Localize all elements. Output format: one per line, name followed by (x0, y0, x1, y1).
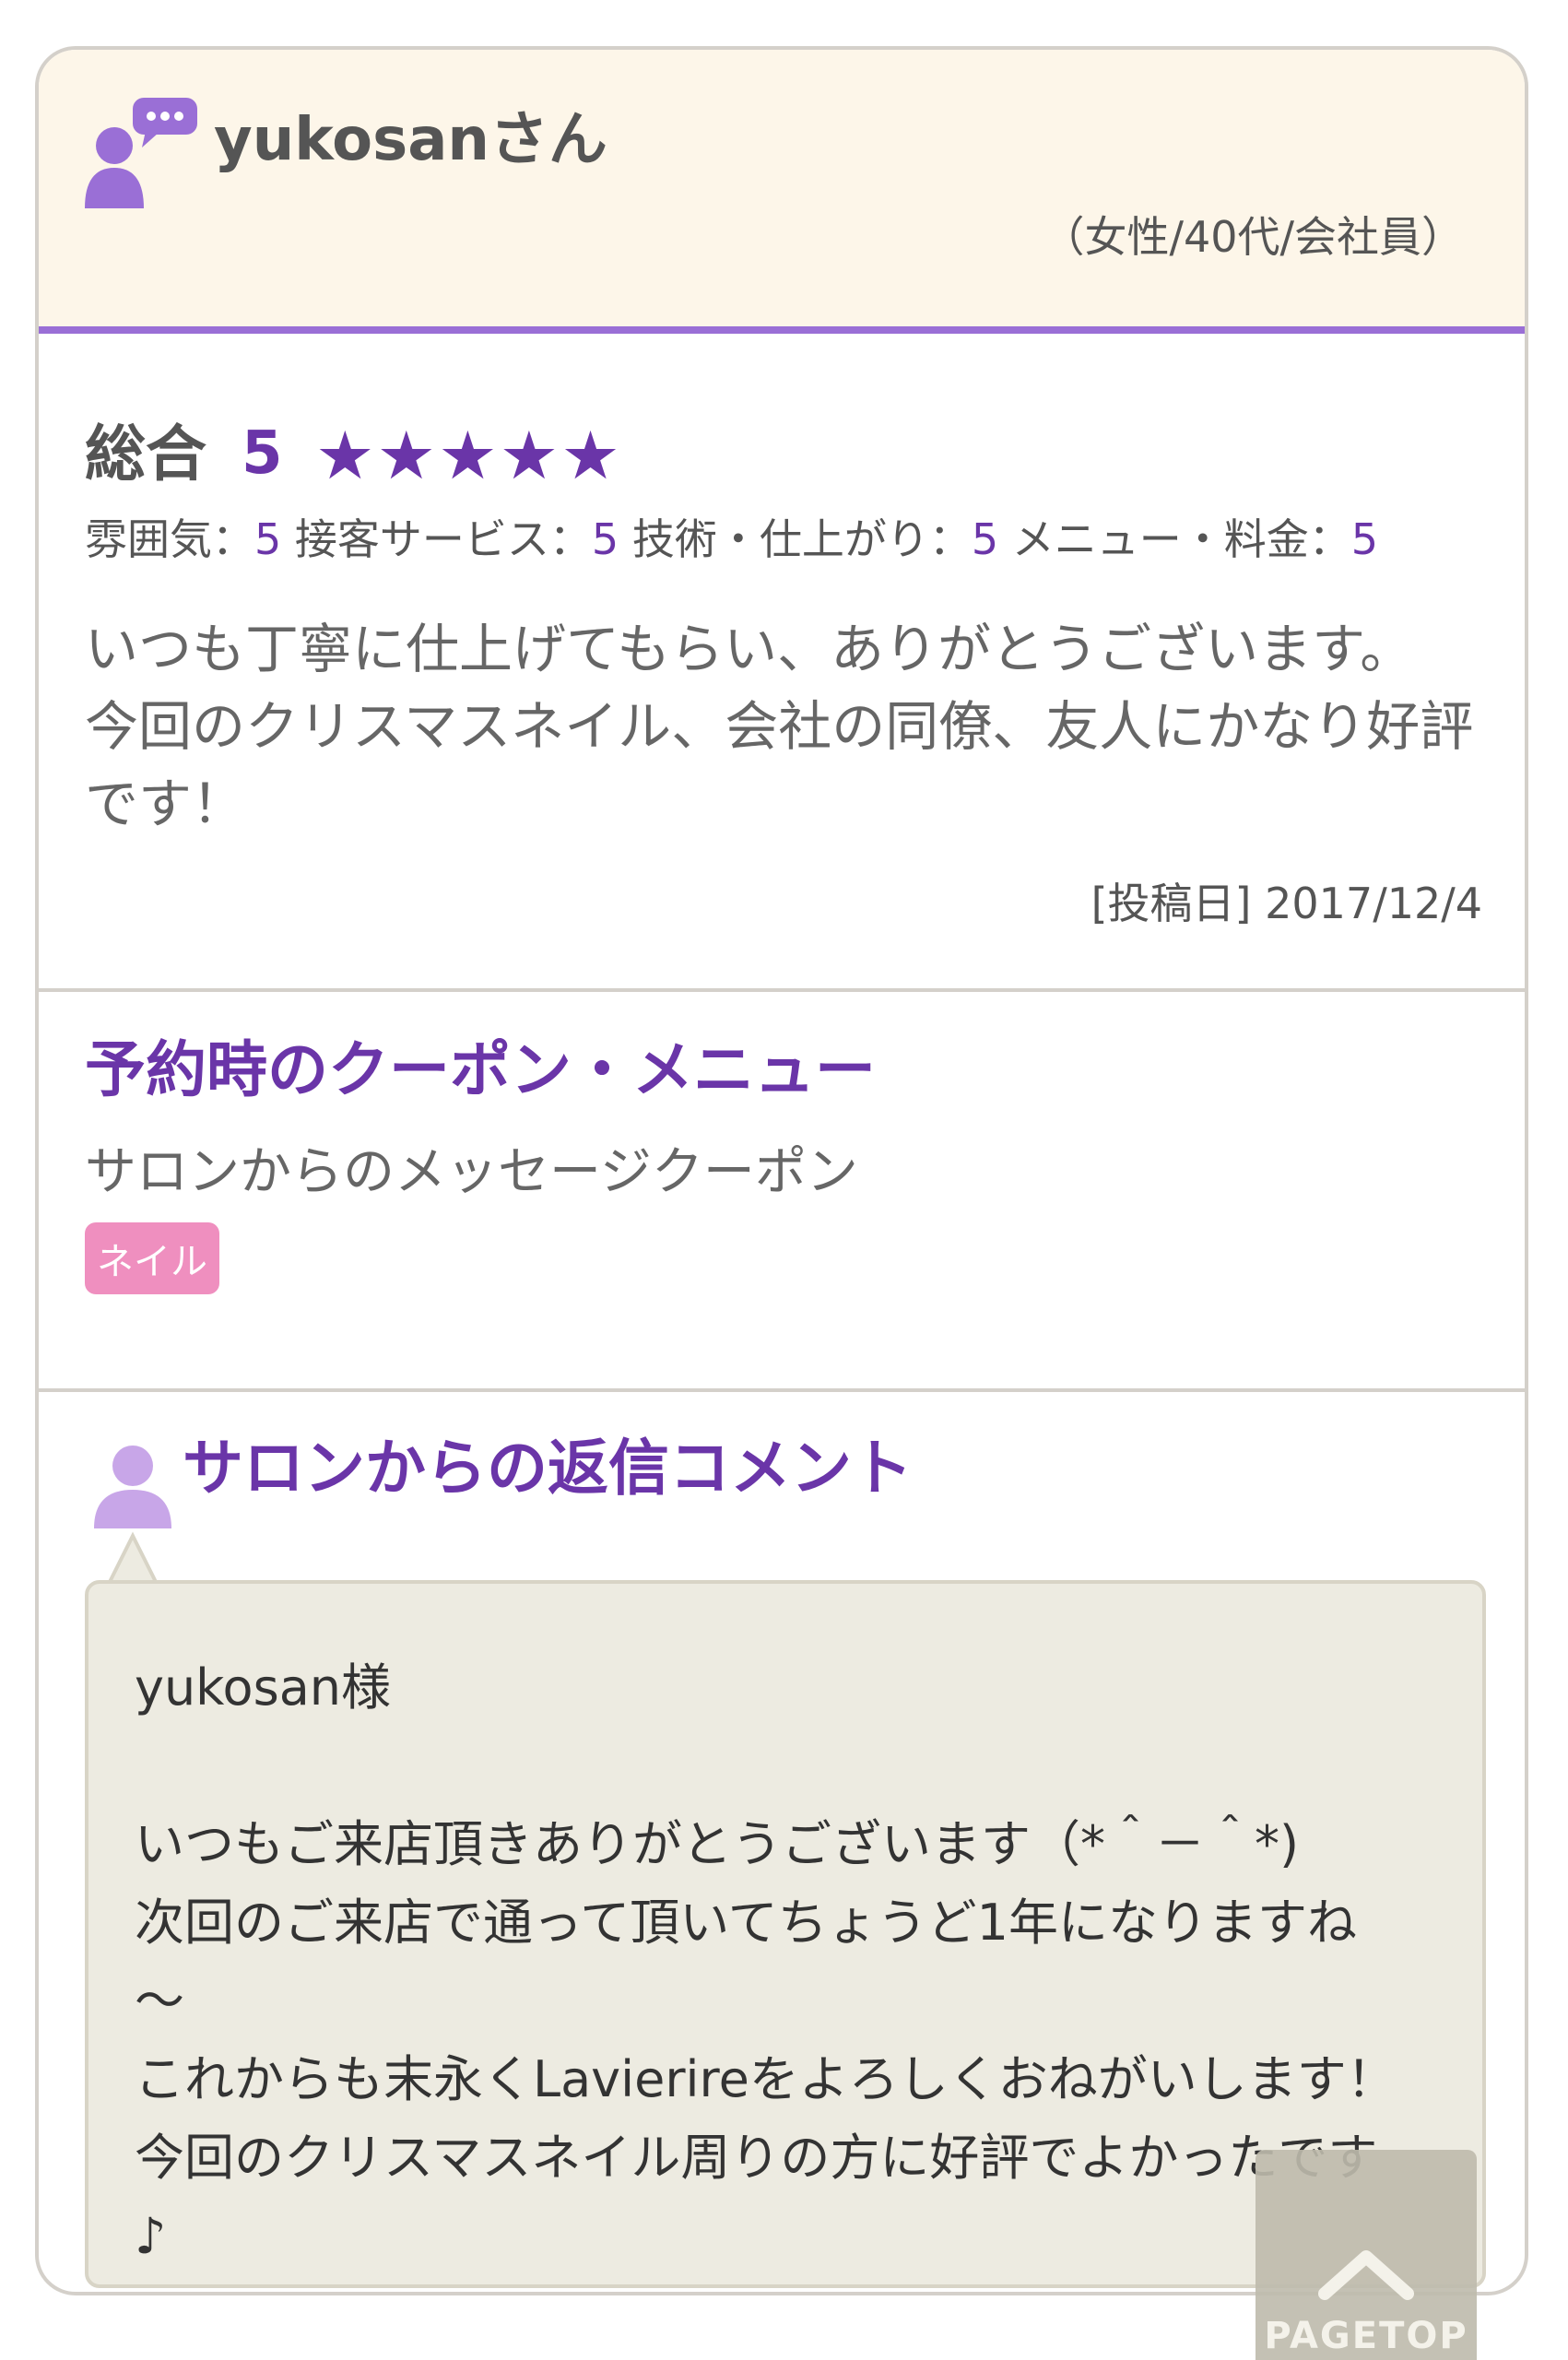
rating-label-service: 接客サービス： (294, 514, 592, 564)
chevron-up-icon (1318, 2250, 1414, 2300)
coupon-section: 予約時のクーポン・メニュー サロンからのメッセージクーポン ネイル (39, 992, 1525, 1392)
category-tag: ネイル (85, 1222, 219, 1294)
star-icon: ★ (438, 417, 498, 494)
user-comment-icon (85, 98, 197, 208)
star-rating: ★ ★ ★ ★ ★ (315, 422, 620, 489)
rating-value-technique: 5 (971, 514, 999, 564)
pagetop-button[interactable]: PAGETOP (1256, 2150, 1477, 2360)
overall-score: 5 (242, 419, 283, 488)
star-icon: ★ (376, 417, 437, 494)
star-icon: ★ (499, 417, 560, 494)
review-header: yukosanさん （女性/40代/会社員） (39, 50, 1525, 334)
salon-user-icon (94, 1446, 171, 1528)
post-date: [投稿日] 2017/12/4 (1091, 879, 1482, 928)
coupon-heading: 予約時のクーポン・メニュー (85, 1034, 876, 1105)
rating-value-menu-price: 5 (1350, 514, 1378, 564)
rating-section: 総合 5 ★ ★ ★ ★ ★ 雰囲気：5 接客サービス：5 技術・仕上がり：5 … (39, 334, 1525, 992)
star-icon: ★ (560, 417, 620, 494)
review-line: 今回のクリスマスネイル、会社の同僚、友人にかなり好評 (85, 695, 1474, 758)
rating-value-service: 5 (591, 514, 619, 564)
review-line: いつも丁寧に仕上げてもらい、ありがとうございます。 (85, 618, 1414, 680)
star-icon: ★ (315, 417, 375, 494)
rating-label-atmosphere: 雰囲気： (85, 514, 254, 564)
rating-value-atmosphere: 5 (254, 514, 282, 564)
review-card: yukosanさん （女性/40代/会社員） 総合 5 ★ ★ ★ ★ ★ 雰囲… (35, 46, 1528, 2295)
reply-heading: サロンからの返信コメント (183, 1433, 913, 1504)
rating-label-technique: 技術・仕上がり： (631, 514, 972, 564)
speech-bubble-tail (105, 1531, 160, 1586)
review-line: です！ (85, 773, 246, 835)
reviewer-name: yukosanさん (214, 106, 607, 174)
sub-ratings: 雰囲気：5 接客サービス：5 技術・仕上がり：5 メニュー・料金：5 (85, 518, 1378, 560)
reviewer-profile: （女性/40代/会社員） (1042, 212, 1464, 262)
coupon-name: サロンからのメッセージクーポン (85, 1142, 858, 1202)
pagetop-label: PAGETOP (1264, 2315, 1468, 2357)
overall-label: 総合 (85, 419, 206, 490)
review-body: いつも丁寧に仕上げてもらい、ありがとうございます。 今回のクリスマスネイル、会社… (85, 610, 1486, 843)
rating-label-menu-price: メニュー・料金： (1011, 514, 1351, 564)
